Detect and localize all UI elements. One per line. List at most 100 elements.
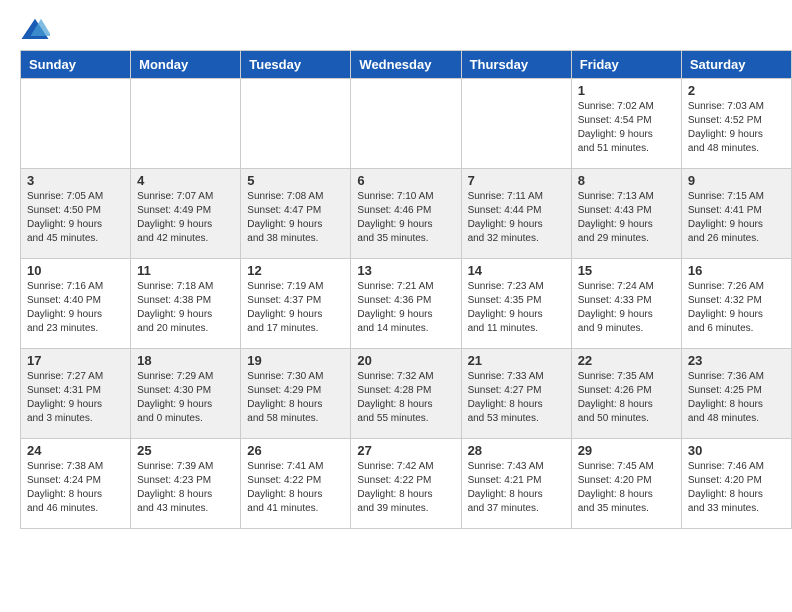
day-info: Sunrise: 7:32 AM Sunset: 4:28 PM Dayligh… [357,370,454,426]
day-info: Sunrise: 7:26 AM Sunset: 4:32 PM Dayligh… [688,280,785,336]
calendar-cell: 12 Sunrise: 7:19 AM Sunset: 4:37 PM Dayli… [241,259,351,349]
day-info: Sunrise: 7:18 AM Sunset: 4:38 PM Dayligh… [137,280,234,336]
day-info: Sunrise: 7:27 AM Sunset: 4:31 PM Dayligh… [27,370,124,426]
calendar-cell [461,79,571,169]
day-info: Sunrise: 7:19 AM Sunset: 4:37 PM Dayligh… [247,280,344,336]
calendar-cell: 13 Sunrise: 7:21 AM Sunset: 4:36 PM Dayli… [351,259,461,349]
day-info: Sunrise: 7:36 AM Sunset: 4:25 PM Dayligh… [688,370,785,426]
calendar-cell: 10 Sunrise: 7:16 AM Sunset: 4:40 PM Dayli… [21,259,131,349]
calendar-cell [131,79,241,169]
calendar-cell: 2 Sunrise: 7:03 AM Sunset: 4:52 PM Daylig… [681,79,791,169]
day-info: Sunrise: 7:30 AM Sunset: 4:29 PM Dayligh… [247,370,344,426]
calendar-cell: 21 Sunrise: 7:33 AM Sunset: 4:27 PM Dayli… [461,349,571,439]
day-info: Sunrise: 7:46 AM Sunset: 4:20 PM Dayligh… [688,460,785,516]
day-info: Sunrise: 7:21 AM Sunset: 4:36 PM Dayligh… [357,280,454,336]
day-number: 1 [578,83,675,98]
day-info: Sunrise: 7:15 AM Sunset: 4:41 PM Dayligh… [688,190,785,246]
day-number: 8 [578,173,675,188]
day-number: 18 [137,353,234,368]
weekday-header: Tuesday [241,51,351,79]
day-number: 19 [247,353,344,368]
day-number: 29 [578,443,675,458]
calendar: SundayMondayTuesdayWednesdayThursdayFrid… [20,50,792,529]
weekday-header: Saturday [681,51,791,79]
day-number: 7 [468,173,565,188]
calendar-cell [351,79,461,169]
day-number: 25 [137,443,234,458]
calendar-cell: 16 Sunrise: 7:26 AM Sunset: 4:32 PM Dayli… [681,259,791,349]
day-info: Sunrise: 7:24 AM Sunset: 4:33 PM Dayligh… [578,280,675,336]
weekday-header: Sunday [21,51,131,79]
calendar-cell: 3 Sunrise: 7:05 AM Sunset: 4:50 PM Daylig… [21,169,131,259]
day-info: Sunrise: 7:39 AM Sunset: 4:23 PM Dayligh… [137,460,234,516]
calendar-cell: 23 Sunrise: 7:36 AM Sunset: 4:25 PM Dayli… [681,349,791,439]
day-info: Sunrise: 7:07 AM Sunset: 4:49 PM Dayligh… [137,190,234,246]
day-info: Sunrise: 7:41 AM Sunset: 4:22 PM Dayligh… [247,460,344,516]
day-info: Sunrise: 7:45 AM Sunset: 4:20 PM Dayligh… [578,460,675,516]
day-number: 13 [357,263,454,278]
day-info: Sunrise: 7:43 AM Sunset: 4:21 PM Dayligh… [468,460,565,516]
day-number: 15 [578,263,675,278]
calendar-cell: 4 Sunrise: 7:07 AM Sunset: 4:49 PM Daylig… [131,169,241,259]
day-info: Sunrise: 7:08 AM Sunset: 4:47 PM Dayligh… [247,190,344,246]
day-info: Sunrise: 7:29 AM Sunset: 4:30 PM Dayligh… [137,370,234,426]
day-number: 4 [137,173,234,188]
calendar-wrap: SundayMondayTuesdayWednesdayThursdayFrid… [0,50,792,539]
calendar-cell: 20 Sunrise: 7:32 AM Sunset: 4:28 PM Dayli… [351,349,461,439]
day-number: 17 [27,353,124,368]
calendar-cell: 8 Sunrise: 7:13 AM Sunset: 4:43 PM Daylig… [571,169,681,259]
day-info: Sunrise: 7:33 AM Sunset: 4:27 PM Dayligh… [468,370,565,426]
weekday-header: Monday [131,51,241,79]
day-number: 9 [688,173,785,188]
logo-icon [20,15,50,45]
calendar-cell: 29 Sunrise: 7:45 AM Sunset: 4:20 PM Dayli… [571,439,681,529]
header [0,0,792,50]
weekday-header: Wednesday [351,51,461,79]
day-number: 11 [137,263,234,278]
day-info: Sunrise: 7:03 AM Sunset: 4:52 PM Dayligh… [688,100,785,156]
day-number: 30 [688,443,785,458]
calendar-cell: 1 Sunrise: 7:02 AM Sunset: 4:54 PM Daylig… [571,79,681,169]
calendar-cell: 30 Sunrise: 7:46 AM Sunset: 4:20 PM Dayli… [681,439,791,529]
day-number: 10 [27,263,124,278]
weekday-header: Thursday [461,51,571,79]
day-number: 23 [688,353,785,368]
day-info: Sunrise: 7:38 AM Sunset: 4:24 PM Dayligh… [27,460,124,516]
day-info: Sunrise: 7:16 AM Sunset: 4:40 PM Dayligh… [27,280,124,336]
day-info: Sunrise: 7:13 AM Sunset: 4:43 PM Dayligh… [578,190,675,246]
calendar-cell: 26 Sunrise: 7:41 AM Sunset: 4:22 PM Dayli… [241,439,351,529]
calendar-cell: 19 Sunrise: 7:30 AM Sunset: 4:29 PM Dayli… [241,349,351,439]
day-number: 16 [688,263,785,278]
day-info: Sunrise: 7:42 AM Sunset: 4:22 PM Dayligh… [357,460,454,516]
calendar-cell: 28Sunrise: 7:43 AM Sunset: 4:21 PM Dayli… [461,439,571,529]
day-number: 14 [468,263,565,278]
day-info: Sunrise: 7:05 AM Sunset: 4:50 PM Dayligh… [27,190,124,246]
calendar-cell: 27 Sunrise: 7:42 AM Sunset: 4:22 PM Dayli… [351,439,461,529]
calendar-cell: 25 Sunrise: 7:39 AM Sunset: 4:23 PM Dayli… [131,439,241,529]
day-info: Sunrise: 7:10 AM Sunset: 4:46 PM Dayligh… [357,190,454,246]
calendar-cell: 9 Sunrise: 7:15 AM Sunset: 4:41 PM Daylig… [681,169,791,259]
day-number: 22 [578,353,675,368]
day-info: Sunrise: 7:23 AM Sunset: 4:35 PM Dayligh… [468,280,565,336]
calendar-cell: 14 Sunrise: 7:23 AM Sunset: 4:35 PM Dayli… [461,259,571,349]
calendar-cell: 22Sunrise: 7:35 AM Sunset: 4:26 PM Dayli… [571,349,681,439]
calendar-cell: 18 Sunrise: 7:29 AM Sunset: 4:30 PM Dayli… [131,349,241,439]
day-number: 6 [357,173,454,188]
calendar-cell: 17 Sunrise: 7:27 AM Sunset: 4:31 PM Dayli… [21,349,131,439]
day-number: 2 [688,83,785,98]
day-number: 12 [247,263,344,278]
day-number: 26 [247,443,344,458]
day-number: 20 [357,353,454,368]
day-number: 27 [357,443,454,458]
calendar-cell: 24 Sunrise: 7:38 AM Sunset: 4:24 PM Dayli… [21,439,131,529]
day-info: Sunrise: 7:11 AM Sunset: 4:44 PM Dayligh… [468,190,565,246]
day-number: 24 [27,443,124,458]
day-number: 5 [247,173,344,188]
calendar-cell [21,79,131,169]
logo [20,15,54,45]
calendar-cell: 6 Sunrise: 7:10 AM Sunset: 4:46 PM Daylig… [351,169,461,259]
day-number: 21 [468,353,565,368]
day-number: 3 [27,173,124,188]
day-info: Sunrise: 7:02 AM Sunset: 4:54 PM Dayligh… [578,100,675,156]
calendar-cell: 7 Sunrise: 7:11 AM Sunset: 4:44 PM Daylig… [461,169,571,259]
